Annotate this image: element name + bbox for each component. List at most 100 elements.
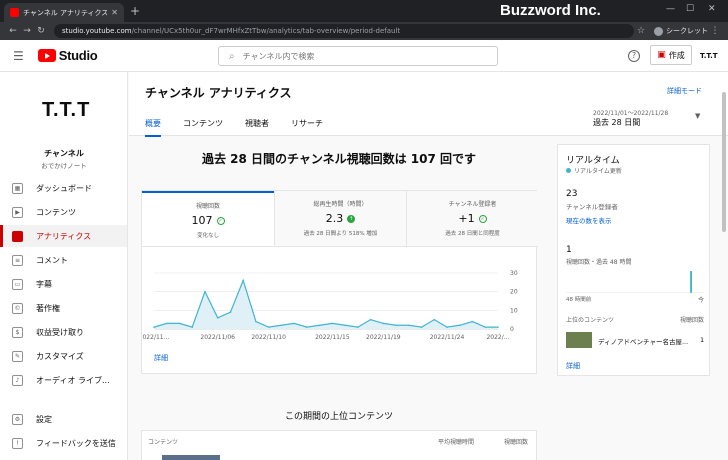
sidebar-item-settings[interactable]: ⚙ 設定 bbox=[0, 408, 127, 430]
hamburger-menu-icon[interactable]: ☰ bbox=[13, 49, 24, 63]
scrollbar[interactable] bbox=[722, 92, 726, 232]
comment-icon: ≡ bbox=[12, 254, 23, 266]
browser-tab[interactable]: チャンネル アナリティクス - YouTube S ✕ bbox=[4, 3, 124, 22]
more-details-link[interactable]: 詳細 bbox=[154, 353, 168, 363]
sidebar-item-feedback[interactable]: ! フィードバックを送信 bbox=[0, 432, 127, 454]
back-icon[interactable]: ← bbox=[6, 26, 20, 36]
realtime-axis-left: 48 時間前 bbox=[566, 297, 592, 303]
maximize-icon[interactable]: ☐ bbox=[686, 4, 694, 14]
data-point bbox=[382, 322, 385, 325]
search-icon: ⌕ bbox=[229, 50, 235, 62]
close-tab-icon[interactable]: ✕ bbox=[111, 8, 118, 17]
video-thumbnail[interactable] bbox=[162, 455, 220, 460]
data-point bbox=[408, 324, 410, 327]
reload-icon[interactable]: ↻ bbox=[34, 26, 48, 36]
feedback-icon: ! bbox=[12, 437, 23, 449]
sidebar-item-label: コンテンツ bbox=[36, 207, 76, 217]
sidebar-item-comments[interactable]: ≡ コメント bbox=[0, 249, 127, 271]
realtime-details-link[interactable]: 詳細 bbox=[566, 361, 580, 371]
x-tick-label: 2022/11/19 bbox=[366, 334, 401, 341]
subtitles-icon: ▭ bbox=[12, 278, 23, 290]
tab-audience[interactable]: 視聴者 bbox=[245, 118, 269, 137]
realtime-axis-right: 今 bbox=[698, 297, 705, 304]
y-tick-label: 0 bbox=[510, 326, 514, 333]
sidebar-item-copyright[interactable]: © 著作権 bbox=[0, 297, 127, 319]
data-point bbox=[229, 311, 232, 313]
forward-icon[interactable]: → bbox=[20, 26, 34, 36]
dropdown-caret-icon[interactable]: ▼ bbox=[695, 112, 700, 120]
search-box[interactable]: ⌕ bbox=[218, 46, 498, 66]
summary-headline: 過去 28 日間のチャンネル視聴回数は 107 回です bbox=[201, 152, 477, 166]
advanced-mode-link[interactable]: 詳細モード bbox=[667, 86, 702, 96]
sidebar-item-analytics[interactable]: アナリティクス bbox=[0, 225, 127, 247]
data-point bbox=[242, 279, 244, 282]
arrow-up-icon: ↑ bbox=[347, 214, 356, 223]
menu-dots-icon[interactable]: ⋮ bbox=[708, 26, 722, 36]
data-point bbox=[471, 320, 474, 323]
column-header-avg-duration[interactable]: 平均視聴時間 bbox=[438, 437, 474, 446]
create-button[interactable]: ▣ 作成 bbox=[650, 45, 692, 65]
data-point bbox=[293, 322, 295, 325]
metric-value: 2.3 bbox=[325, 212, 344, 225]
minimize-icon[interactable]: — bbox=[666, 4, 675, 14]
check-icon: ✓ bbox=[478, 214, 487, 223]
metric-subscribers[interactable]: チャンネル登録者 +1 ✓ 過去 28 日間と同程度 bbox=[406, 191, 538, 247]
sidebar-item-audio-library[interactable]: ♪ オーディオ ライブ... bbox=[0, 369, 127, 391]
column-header-content: コンテンツ bbox=[148, 439, 179, 446]
date-period[interactable]: 過去 28 日間 bbox=[593, 117, 640, 128]
incognito-icon bbox=[654, 26, 663, 36]
data-point bbox=[446, 326, 448, 328]
help-icon[interactable]: ? bbox=[628, 50, 640, 62]
sidebar-item-content[interactable]: ▶ コンテンツ bbox=[0, 201, 127, 223]
monetization-icon: $ bbox=[12, 326, 23, 338]
studio-logo[interactable]: Studio bbox=[37, 48, 98, 63]
sidebar-item-monetization[interactable]: $ 収益受け取り bbox=[0, 321, 127, 343]
data-point bbox=[395, 324, 397, 327]
realtime-subscribers-label: チャンネル登録者 bbox=[566, 203, 618, 211]
column-header-views[interactable]: 視聴回数 bbox=[504, 437, 528, 446]
incognito-badge[interactable]: シークレット bbox=[654, 26, 708, 36]
sidebar-item-customize[interactable]: ✎ カスタマイズ bbox=[0, 345, 127, 367]
realtime-bar bbox=[690, 271, 692, 293]
youtube-favicon-icon bbox=[10, 8, 19, 17]
watermark-text: Buzzword Inc. bbox=[500, 2, 601, 19]
sidebar-item-label: 著作権 bbox=[36, 303, 60, 313]
tab-research[interactable]: リサーチ bbox=[291, 118, 323, 137]
window-close-icon[interactable]: ✕ bbox=[708, 4, 716, 14]
show-current-count-link[interactable]: 現在の数を表示 bbox=[566, 215, 612, 225]
metric-watch-time[interactable]: 総再生時間（時間） 2.3 ↑ 過去 28 日間より 518% 増加 bbox=[274, 191, 406, 247]
tab-content[interactable]: コンテンツ bbox=[183, 118, 223, 137]
account-avatar[interactable]: T.T.T bbox=[700, 52, 718, 60]
realtime-views-label: 視聴回数・過去 48 時間 bbox=[566, 259, 632, 266]
sidebar-item-dashboard[interactable]: ▦ ダッシュボード bbox=[0, 177, 127, 199]
customize-icon: ✎ bbox=[12, 350, 23, 362]
views-area bbox=[154, 280, 498, 329]
tab-overview[interactable]: 概要 bbox=[145, 118, 161, 137]
realtime-views: 1 bbox=[566, 245, 572, 255]
channel-handle: おでかけノート bbox=[41, 162, 87, 170]
star-icon[interactable]: ☆ bbox=[634, 26, 648, 36]
data-point bbox=[484, 326, 487, 328]
top-video-thumbnail[interactable] bbox=[566, 332, 592, 348]
metric-views[interactable]: 視聴回数 107 ✓ 変化なし bbox=[142, 191, 274, 247]
audio-library-icon: ♪ bbox=[12, 374, 23, 386]
url-field[interactable]: studio.youtube.com/channel/UCx5th0ur_dF7… bbox=[54, 24, 634, 38]
data-point bbox=[191, 326, 194, 328]
metric-label: 総再生時間（時間） bbox=[313, 201, 368, 208]
live-dot-icon bbox=[566, 168, 571, 173]
search-input[interactable] bbox=[242, 51, 483, 61]
date-range[interactable]: 2022/11/01～2022/11/28 bbox=[593, 108, 668, 117]
views-chart: 0 10 20 30 2022/11... 2022/11/06 2022/11/10 202… bbox=[142, 270, 518, 341]
top-video-title[interactable]: ディノアドベンチャー名古屋... bbox=[598, 336, 692, 346]
new-tab-icon[interactable]: + bbox=[130, 4, 140, 18]
browser-tab-title: チャンネル アナリティクス - YouTube S bbox=[23, 8, 108, 17]
metric-note: 過去 28 日間より 518% 増加 bbox=[303, 231, 378, 237]
x-tick-label: 2022/11/10 bbox=[251, 334, 286, 341]
sidebar-item-label: カスタマイズ bbox=[36, 351, 84, 361]
data-point bbox=[458, 324, 461, 327]
data-point bbox=[280, 324, 283, 327]
metric-value: 107 bbox=[191, 214, 213, 227]
sidebar-item-subtitles[interactable]: ▭ 字幕 bbox=[0, 273, 127, 295]
top-video-views: 1 bbox=[700, 336, 705, 344]
channel-avatar[interactable]: T.T.T bbox=[42, 99, 90, 122]
